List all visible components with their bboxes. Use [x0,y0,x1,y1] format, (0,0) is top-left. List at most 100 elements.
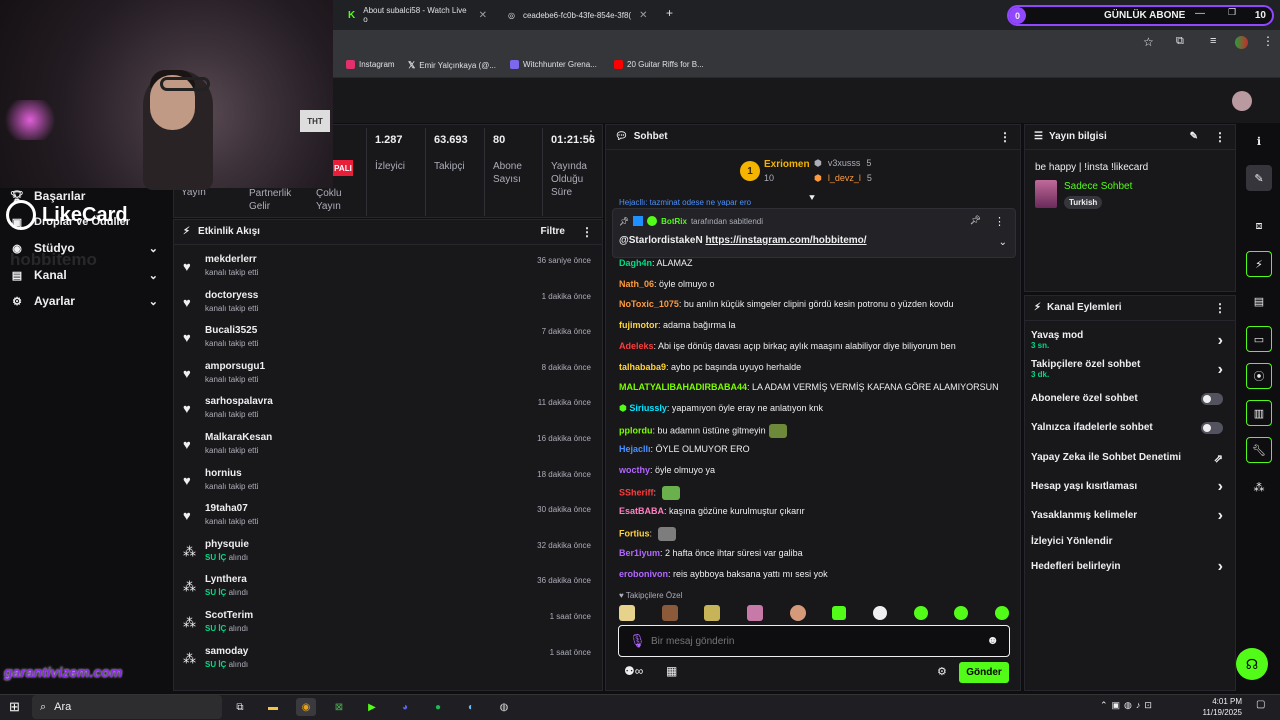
chat-username[interactable]: Nath_06 [619,279,654,289]
chat-username[interactable]: Ber1iyum [619,548,660,558]
microphone-icon[interactable]: 🎙︎ [629,633,646,649]
bookmark-item[interactable]: 20 Guitar Riffs for B... [614,60,704,69]
crop-rail-icon[interactable]: ⧈ [1246,213,1272,239]
send-button[interactable]: Gönder [959,662,1009,683]
bookmark-item[interactable]: 𝕏 Emir Yalçınkaya (@... [408,60,496,71]
emote-icon[interactable] [746,605,763,621]
channel-action-item[interactable]: Yapay Zeka ile Sohbet Denetimi ⇗ [1031,452,1229,480]
activity-username[interactable]: doctoryess [205,290,258,301]
pinned-menu-icon[interactable]: ⋮ [994,215,1005,228]
chat-username[interactable]: NoToxic_1075 [619,299,679,309]
chat-message[interactable]: Dagh4n: ALAMAZ [619,258,693,268]
chat-username[interactable]: Hejacllı [619,444,651,454]
chat-input-box[interactable]: 🎙︎ ☻ [618,625,1010,657]
chat-message[interactable]: Fortius: [619,527,676,542]
chat-username[interactable]: Adeleks [619,341,654,351]
chat-username[interactable]: wocthy [619,465,650,475]
tag-badge[interactable]: Turkish [1064,196,1103,209]
excel-icon[interactable]: ⊠ [329,698,349,716]
task-view-icon[interactable]: ⧉ [230,698,250,716]
leader-name[interactable]: Exriomen [764,159,810,170]
system-tray-icons[interactable]: ⌃▣◍♪⊡ [1100,700,1156,711]
file-explorer-icon[interactable]: ▬ [263,698,283,716]
spotify-icon[interactable]: ● [428,698,448,716]
activity-item[interactable]: ♥ sarhospalavra kanalı takip etti 11 dakika… [173,393,603,428]
info-rail-icon[interactable]: ℹ [1246,128,1272,154]
bookmark-item[interactable]: Witchhunter Grena... [510,60,597,69]
browser-tab[interactable]: ◎ ceadebe6-fc0b-43fe-854e-3f8( ✕ [500,4,660,26]
chrome-icon[interactable]: ◉ [296,698,316,716]
emote-icon[interactable] [661,605,678,621]
chat-message[interactable]: SSheriff: [619,485,680,500]
emote-icon[interactable] [619,605,635,621]
activity-item[interactable]: ⁂ ScotTerim SU İÇ alındı 1 saat önce [173,607,603,642]
lightning-rail-icon[interactable]: ⚡︎ [1246,251,1272,277]
chat-username[interactable]: pplordu [619,425,653,435]
activity-username[interactable]: mekderlerr [205,254,257,265]
chat-message[interactable]: ⬢ Siriussly: yapamıyon öyle eray ne anla… [619,403,823,414]
channel-action-item[interactable]: Yalnızca ifadelerle sohbet [1031,422,1229,450]
activity-item[interactable]: ♥ hornius kanalı takip etti 18 dakika önce [173,465,603,500]
media-icon[interactable]: ≡ [1210,35,1216,47]
emote-icon[interactable] [954,606,969,620]
chat-message[interactable]: NoToxic_1075: bu anılın küçük simgeler c… [619,299,954,309]
channel-actions-menu-icon[interactable]: ⋮ [1214,301,1226,315]
activity-username[interactable]: hornius [205,468,242,479]
discord-icon[interactable]: ◕ [395,698,415,716]
profile-avatar[interactable] [1235,36,1248,49]
chat-menu-icon[interactable]: ⋮ [999,130,1011,144]
chat-message[interactable]: pplordu: bu adamın üstüne gitmeyin [619,423,787,438]
chat-message[interactable]: Ber1iyum: 2 hafta önce ihtar süresi var … [619,548,803,558]
kick-app-icon[interactable]: ▶ [362,698,382,716]
notes-rail-icon[interactable]: ▤ [1246,288,1272,314]
channel-action-item[interactable]: Hesap yaşı kısıtlaması › [1031,478,1229,509]
activity-menu-icon[interactable]: ⋮ [581,225,593,239]
edit-icon[interactable]: ✎ [1190,131,1198,142]
chat-username[interactable]: SSheriff [619,487,654,497]
pinned-link[interactable]: https://instagram.com/hobbitemo/ [705,235,866,246]
activity-item[interactable]: ♥ 19taha07 kanalı takip etti 30 dakika önce [173,500,603,535]
chat-message[interactable]: Adeleks: Abi işe dönüş davası açıp birka… [619,341,956,351]
chevron-down-icon[interactable]: ⌄ [999,237,1007,248]
support-chat-button[interactable]: ☊ [1236,648,1268,680]
chat-username[interactable]: MALATYALIBAHADIRBABA44 [619,382,747,392]
emote-icon[interactable] [913,606,928,620]
extensions-icon[interactable]: ⧉ [1176,35,1184,48]
chat-settings-icon[interactable]: ⚙ [937,665,947,678]
activity-username[interactable]: Bucali3525 [205,325,257,336]
activity-item[interactable]: ♥ MalkaraKesan kanalı takip etti 16 dakika … [173,429,603,464]
steam-icon[interactable]: ◐ [461,698,481,716]
channel-action-item[interactable]: Yasaklanmış kelimeler › [1031,507,1229,538]
restore-button[interactable]: ❐ [1228,7,1236,18]
chat-message[interactable]: talhababa9: aybo pc başında uyuyo herhal… [619,362,801,372]
activity-username[interactable]: physquie [205,539,249,550]
chat-username[interactable]: erobonivon [619,569,668,579]
layout-rail-icon[interactable]: ▥ [1246,400,1272,426]
chat-message[interactable]: erobonivon: reis aybboya baksana yattı m… [619,569,828,579]
activity-item[interactable]: ⁂ physquie SU İÇ alındı 32 dakika önce [173,536,603,571]
chat-message[interactable]: wocthy: öyle olmuyo ya [619,465,715,475]
category-thumbnail[interactable] [1035,180,1057,208]
notification-icon[interactable]: ▢ [1256,699,1265,710]
store-icon[interactable]: ▦ [666,664,677,678]
activity-item[interactable]: ♥ doctoryess kanalı takip etti 1 dakika önc… [173,287,603,322]
chat-rail-icon[interactable]: ▭ [1246,326,1272,352]
chat-message[interactable]: EsatBABA: kaşına gözüne kurulmuştur çıka… [619,506,805,516]
activity-username[interactable]: samoday [205,646,248,657]
channel-action-item[interactable]: Hedefleri belirleyin › [1031,558,1229,589]
chat-message[interactable]: fujimotor: adama bağırma la [619,320,736,330]
chat-username[interactable]: Dagh4n [619,258,652,268]
taskbar-search[interactable]: ⌕ Ara [32,695,222,719]
stream-info-menu-icon[interactable]: ⋮ [1214,130,1226,144]
chat-username[interactable]: EsatBABA [619,506,664,516]
browser-tab[interactable]: K About subalci58 - Watch Live o ✕ [340,4,495,26]
activity-username[interactable]: amporsugu1 [205,361,265,372]
channel-action-item[interactable]: Abonelere özel sohbet [1031,393,1229,421]
minimize-button[interactable]: — [1195,8,1205,19]
emote-icon[interactable] [832,606,847,620]
activity-item[interactable]: ⁂ Lynthera SU İÇ alındı 36 dakika önce [173,571,603,606]
activity-username[interactable]: ScotTerim [205,610,253,621]
points-icon[interactable]: ⚉∞ [624,664,643,678]
filter-button[interactable]: Filtre [541,226,565,237]
emote-icon[interactable] [789,605,806,621]
